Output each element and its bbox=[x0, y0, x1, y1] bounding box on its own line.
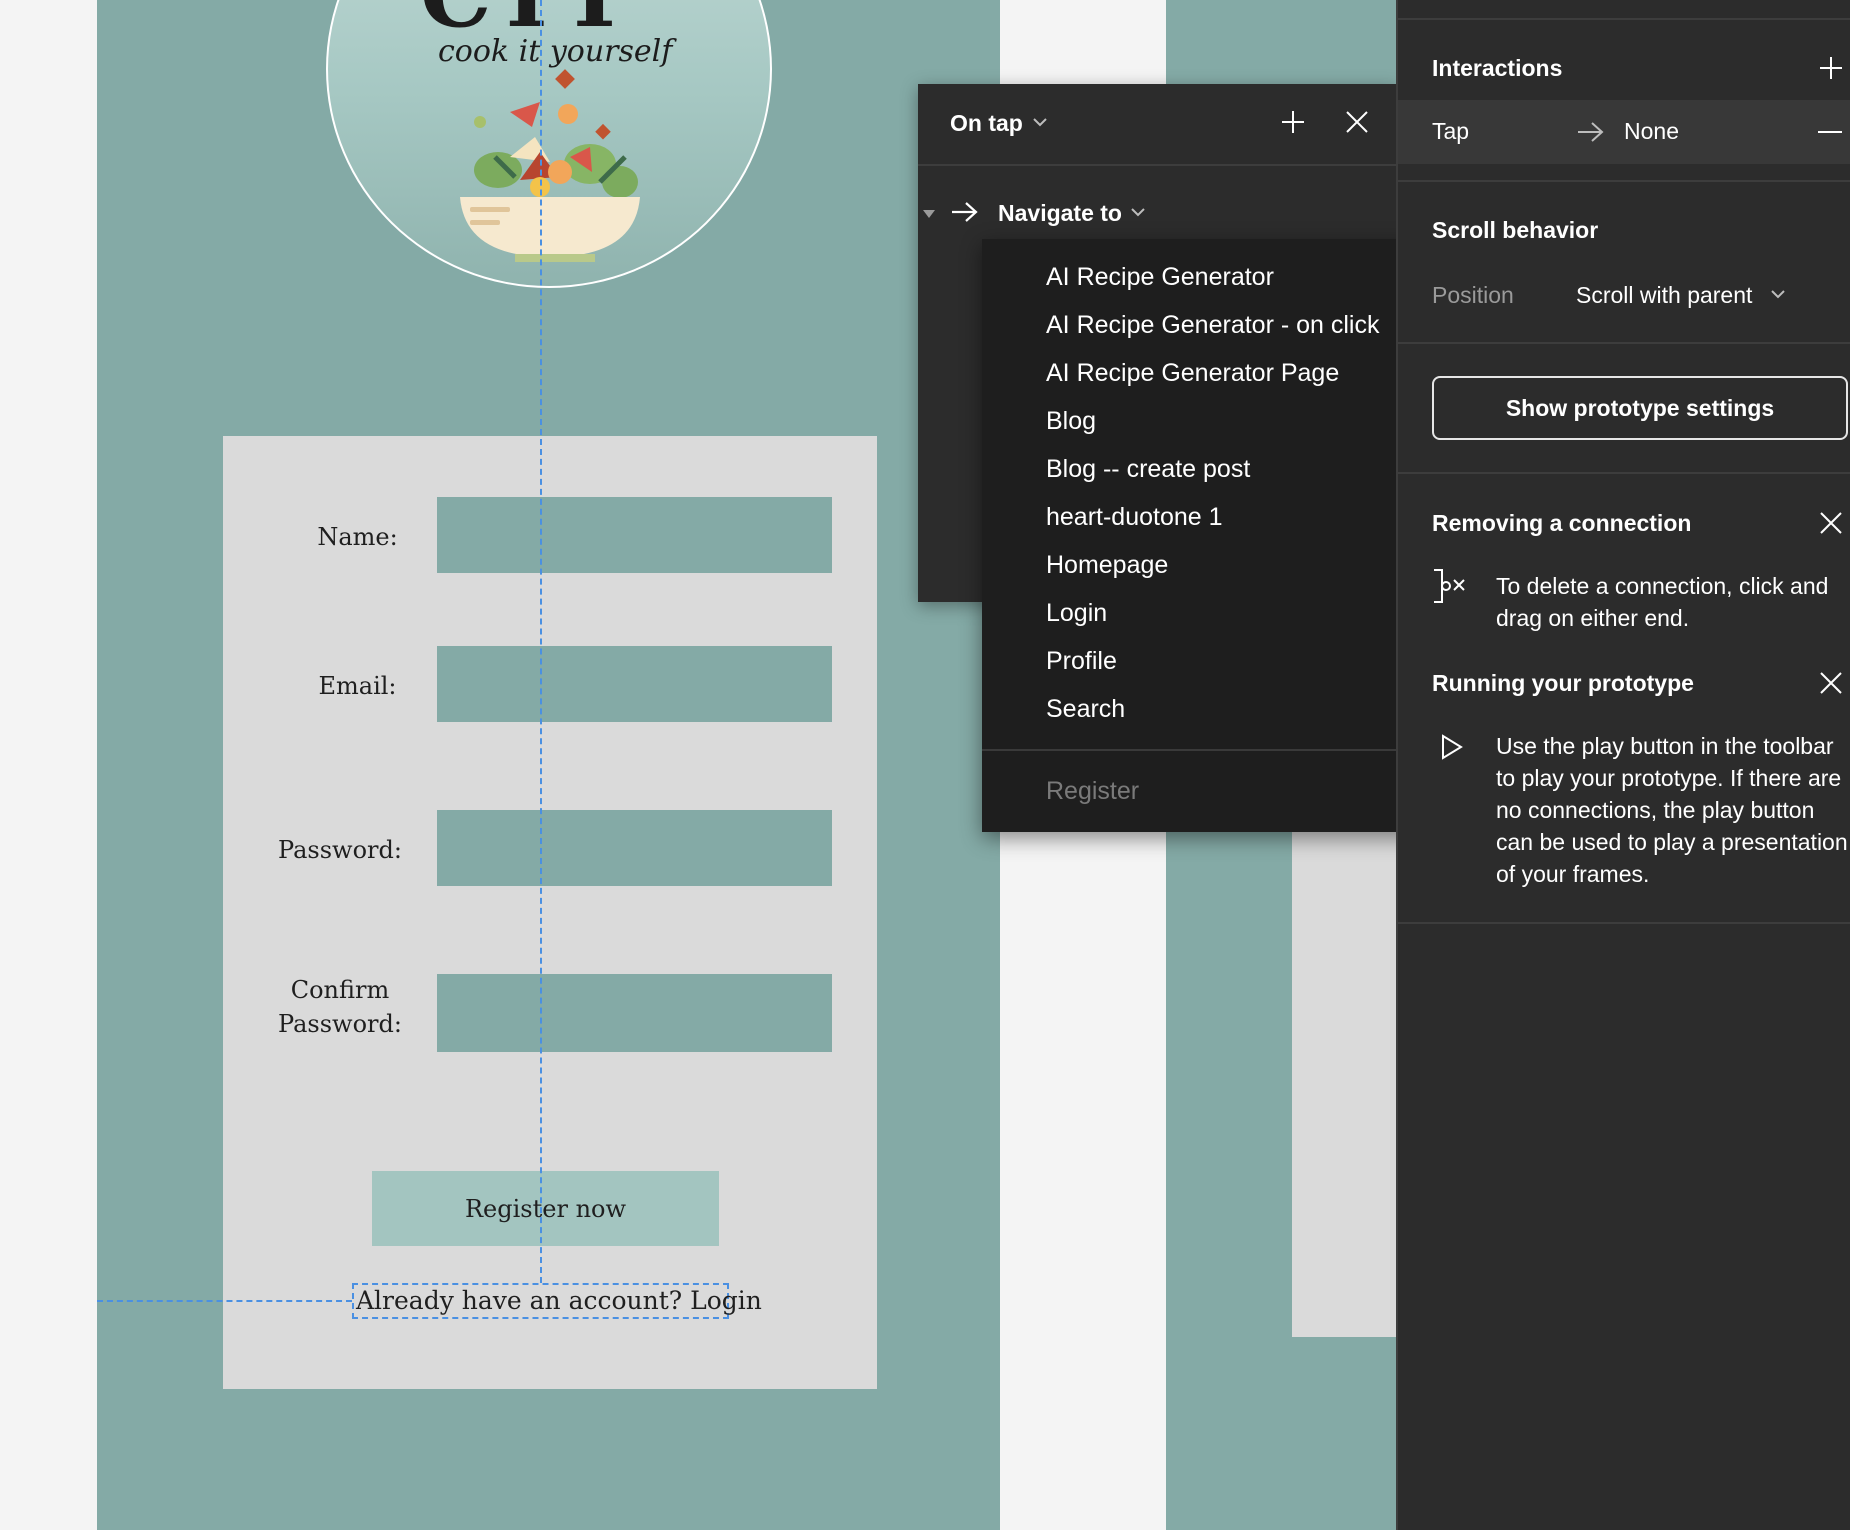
add-interaction-icon[interactable] bbox=[1818, 55, 1844, 81]
login-link[interactable]: Already have an account? Login bbox=[352, 1283, 762, 1319]
running-prototype-title: Running your prototype bbox=[1432, 670, 1694, 696]
interaction-row[interactable]: Tap None bbox=[1398, 100, 1850, 164]
divider bbox=[1398, 922, 1850, 924]
popup-header: On tap bbox=[918, 84, 1398, 166]
alignment-guide-vertical bbox=[540, 0, 542, 1283]
menu-item-login[interactable]: Login bbox=[1046, 599, 1107, 628]
close-icon[interactable] bbox=[1344, 109, 1370, 135]
chevron-down-icon[interactable] bbox=[1032, 116, 1048, 128]
divider bbox=[1398, 18, 1850, 20]
add-icon[interactable] bbox=[1280, 109, 1306, 135]
arrow-right-icon bbox=[1576, 120, 1606, 144]
menu-divider bbox=[982, 749, 1430, 751]
menu-item-search[interactable]: Search bbox=[1046, 695, 1125, 724]
confirm-password-input[interactable] bbox=[437, 974, 832, 1052]
trigger-select[interactable]: On tap bbox=[950, 110, 1023, 137]
removing-connection-title: Removing a connection bbox=[1432, 510, 1692, 536]
close-icon[interactable] bbox=[1818, 510, 1844, 536]
interaction-trigger: Tap bbox=[1432, 118, 1470, 144]
menu-item-register-disabled: Register bbox=[1046, 777, 1140, 805]
alignment-guide-horizontal bbox=[97, 1300, 352, 1302]
show-prototype-settings-button[interactable]: Show prototype settings bbox=[1432, 376, 1848, 440]
trigger-label: On tap bbox=[950, 110, 1023, 136]
email-input[interactable] bbox=[437, 646, 832, 722]
confirm-label-line1: Confirm bbox=[290, 976, 390, 1004]
password-label: Password: bbox=[278, 836, 402, 864]
destination-dropdown-menu: AI Recipe Generator AI Recipe Generator … bbox=[982, 239, 1430, 832]
divider bbox=[1398, 180, 1850, 182]
arrow-right-icon bbox=[950, 200, 980, 224]
menu-item-ai-recipe-generator-on-click[interactable]: AI Recipe Generator - on click bbox=[1046, 311, 1379, 340]
menu-item-ai-recipe-generator-page[interactable]: AI Recipe Generator Page bbox=[1046, 359, 1339, 388]
register-form-card bbox=[223, 436, 877, 1389]
position-label: Position bbox=[1432, 282, 1514, 308]
play-icon bbox=[1440, 734, 1464, 760]
salad-bowl-icon bbox=[440, 62, 660, 262]
action-select[interactable]: Navigate to bbox=[998, 200, 1122, 227]
divider bbox=[1398, 472, 1850, 474]
confirm-label-line2: Password: bbox=[278, 1010, 402, 1038]
divider bbox=[1398, 342, 1850, 344]
running-prototype-text: Use the play button in the toolbar to pl… bbox=[1496, 733, 1848, 887]
position-select[interactable]: Scroll with parent bbox=[1576, 282, 1752, 309]
adjacent-frame-card bbox=[1292, 820, 1398, 1337]
menu-item-blog-create-post[interactable]: Blog -- create post bbox=[1046, 455, 1250, 484]
remove-interaction-icon[interactable] bbox=[1818, 130, 1842, 134]
close-icon[interactable] bbox=[1818, 670, 1844, 696]
password-input[interactable] bbox=[437, 810, 832, 886]
chevron-down-icon[interactable] bbox=[1130, 206, 1146, 218]
menu-item-profile[interactable]: Profile bbox=[1046, 647, 1117, 676]
removing-connection-text: To delete a connection, click and drag o… bbox=[1496, 573, 1829, 631]
prototype-properties-panel: Interactions Tap None Scroll behavior Po… bbox=[1396, 0, 1850, 1530]
action-label: Navigate to bbox=[998, 200, 1122, 226]
menu-item-blog[interactable]: Blog bbox=[1046, 407, 1096, 436]
disconnect-icon bbox=[1432, 568, 1472, 604]
interaction-destination: None bbox=[1624, 118, 1679, 144]
scroll-behavior-title: Scroll behavior bbox=[1432, 217, 1599, 243]
collapse-triangle-icon[interactable] bbox=[922, 208, 936, 220]
register-now-button[interactable]: Register now bbox=[372, 1171, 719, 1246]
chevron-down-icon[interactable] bbox=[1770, 288, 1786, 300]
name-input[interactable] bbox=[437, 497, 832, 573]
menu-item-ai-recipe-generator[interactable]: AI Recipe Generator bbox=[1046, 263, 1274, 292]
interactions-title: Interactions bbox=[1432, 55, 1563, 81]
name-label: Name: bbox=[317, 523, 398, 551]
menu-item-homepage[interactable]: Homepage bbox=[1046, 551, 1168, 580]
email-label: Email: bbox=[318, 672, 397, 700]
menu-item-heart-duotone[interactable]: heart-duotone 1 bbox=[1046, 503, 1223, 532]
